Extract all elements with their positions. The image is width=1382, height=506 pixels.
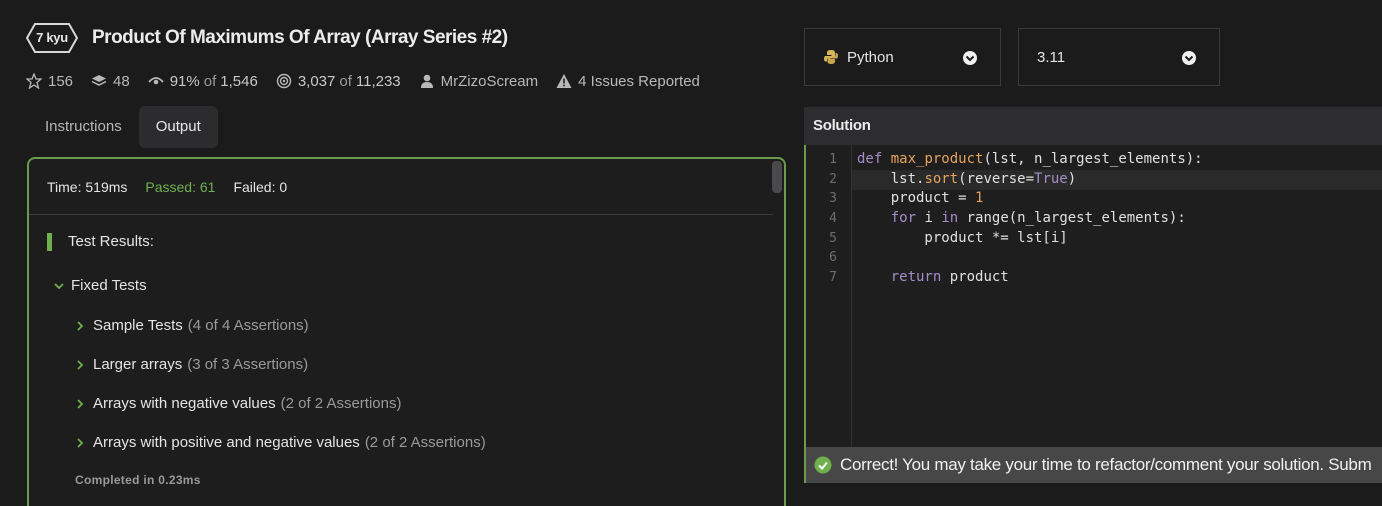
output-scrollbar[interactable] bbox=[772, 161, 782, 193]
code-token: return bbox=[857, 269, 942, 285]
code-token: i bbox=[916, 210, 942, 226]
eye-icon bbox=[148, 77, 164, 85]
code-token: for bbox=[857, 210, 917, 226]
assertion-count: (2 of 2 Assertions) bbox=[364, 434, 486, 451]
line-number: 6 bbox=[829, 250, 837, 265]
group-label: Fixed Tests bbox=[71, 277, 147, 294]
stars-count: 156 bbox=[48, 72, 74, 90]
satisfaction-of: of bbox=[203, 72, 217, 90]
code-token: range(n_largest_elements): bbox=[958, 210, 1186, 226]
line-number: 7 bbox=[829, 270, 837, 285]
rank-label: 7 kyu bbox=[36, 30, 68, 45]
collections-count: 48 bbox=[113, 72, 130, 90]
code-line: lst.sort(reverse=True) bbox=[857, 171, 1076, 187]
line-gutter: 1 2 3 4 5 6 7 bbox=[806, 145, 852, 447]
author-name: MrZizoScream bbox=[440, 72, 539, 90]
collections-stat[interactable]: 48 bbox=[91, 73, 130, 90]
rank-badge: 7 kyu bbox=[26, 22, 78, 54]
warning-icon bbox=[556, 74, 572, 88]
tab-output[interactable]: Output bbox=[138, 106, 218, 148]
test-item[interactable]: Arrays with negative values (2 of 2 Asser… bbox=[75, 395, 401, 412]
code-token: max_product bbox=[890, 151, 984, 167]
completed-of: of bbox=[339, 72, 352, 90]
assertion-count: (2 of 2 Assertions) bbox=[280, 395, 402, 412]
line-number: 3 bbox=[829, 191, 837, 206]
line-number: 2 bbox=[829, 172, 837, 187]
fixed-tests-group[interactable]: Fixed Tests bbox=[53, 277, 147, 294]
success-message-bar: Correct! You may take your time to refac… bbox=[806, 447, 1382, 483]
line-number: 1 bbox=[829, 152, 837, 167]
line-number: 5 bbox=[829, 231, 837, 246]
run-time: Time: 519ms bbox=[47, 179, 128, 195]
version-value: 3.11 bbox=[1037, 48, 1066, 66]
language-value: Python bbox=[847, 48, 894, 66]
code-token: in bbox=[941, 210, 959, 226]
solution-header: Solution bbox=[804, 107, 1382, 145]
target-icon bbox=[276, 73, 292, 89]
issues-label: 4 Issues Reported bbox=[578, 72, 700, 90]
success-message: Correct! You may take your time to refac… bbox=[840, 455, 1372, 474]
code-token: sort bbox=[924, 171, 959, 187]
code-line: product = 1 bbox=[857, 190, 984, 206]
completed-total: 11,233 bbox=[355, 72, 401, 90]
test-item[interactable]: Larger arrays (3 of 3 Assertions) bbox=[75, 356, 308, 373]
code-line: for i in range(n_largest_elements): bbox=[857, 210, 1186, 226]
code-token: product = bbox=[857, 190, 976, 206]
chevron-right-icon bbox=[77, 359, 84, 370]
language-select[interactable]: Python bbox=[804, 28, 1001, 86]
kata-tabs: Instructions Output bbox=[28, 106, 218, 148]
assertion-count: (3 of 3 Assertions) bbox=[187, 356, 309, 373]
chevron-down-circle-icon bbox=[1182, 51, 1196, 65]
code-line: return product bbox=[857, 269, 1009, 285]
code-token: ) bbox=[1067, 171, 1077, 187]
line-number: 4 bbox=[829, 211, 837, 226]
kata-title[interactable]: Product Of Maximums Of Array (Array Seri… bbox=[92, 27, 508, 49]
issues-stat[interactable]: 4 Issues Reported bbox=[556, 73, 700, 90]
test-name: Arrays with positive and negative values bbox=[93, 434, 360, 451]
satisfaction-total: 1,546 bbox=[220, 72, 258, 90]
code-line: def max_product(lst, n_largest_elements)… bbox=[857, 151, 1203, 167]
assertion-count: (4 of 4 Assertions) bbox=[187, 317, 309, 334]
test-name: Arrays with negative values bbox=[93, 395, 276, 412]
code-editor[interactable]: 1 2 3 4 5 6 7 def max_product(lst, n_lar… bbox=[804, 145, 1382, 483]
code-token: lst. bbox=[857, 171, 925, 187]
satisfaction-percent: 91% bbox=[169, 72, 200, 90]
completed-count: 3,037 bbox=[297, 72, 336, 90]
test-name: Sample Tests bbox=[93, 317, 183, 334]
user-icon bbox=[420, 74, 433, 88]
version-select[interactable]: 3.11 bbox=[1018, 28, 1220, 86]
output-panel: Time: 519ms Passed: 61 Failed: 0 Test Re… bbox=[27, 157, 786, 506]
failed-count: Failed: 0 bbox=[233, 179, 288, 195]
code-token: def bbox=[857, 151, 883, 167]
code-token: product bbox=[941, 269, 1009, 285]
completed-stat: 3,037 of 11,233 bbox=[276, 73, 401, 90]
author-stat[interactable]: MrZizoScream bbox=[419, 72, 539, 90]
test-name: Larger arrays bbox=[93, 356, 183, 373]
chevron-down-icon bbox=[54, 282, 64, 289]
layers-icon bbox=[91, 75, 107, 86]
star-icon bbox=[26, 73, 42, 89]
chevron-right-icon bbox=[77, 437, 84, 448]
code-token: (reverse= bbox=[958, 171, 1035, 187]
code-line: product *= lst[i] bbox=[857, 230, 1068, 246]
satisfaction-stat: 91% of 1,546 bbox=[148, 73, 258, 90]
chevron-down-circle-icon bbox=[963, 51, 977, 65]
chevron-right-icon bbox=[77, 398, 84, 409]
chevron-right-icon bbox=[77, 320, 84, 331]
tab-instructions[interactable]: Instructions bbox=[28, 106, 139, 148]
python-icon bbox=[824, 50, 838, 64]
summary-divider bbox=[29, 214, 773, 215]
test-item[interactable]: Sample Tests (4 of 4 Assertions) bbox=[75, 317, 309, 334]
completed-time: Completed in 0.23ms bbox=[75, 473, 201, 487]
check-circle-icon bbox=[814, 456, 832, 474]
code-token: 1 bbox=[975, 190, 984, 206]
stars-stat[interactable]: 156 bbox=[26, 73, 73, 90]
test-item[interactable]: Arrays with positive and negative values… bbox=[75, 434, 486, 451]
code-token: (lst, n_largest_elements): bbox=[983, 151, 1203, 167]
passed-count: Passed: 61 bbox=[145, 179, 216, 195]
test-summary: Time: 519ms Passed: 61 Failed: 0 bbox=[47, 179, 305, 195]
test-results-heading: Test Results: bbox=[47, 233, 154, 251]
kata-stats: 156 48 91% of 1,546 3,037 of 11,233 MrZizoSc… bbox=[26, 71, 718, 91]
code-token: True bbox=[1034, 171, 1068, 187]
